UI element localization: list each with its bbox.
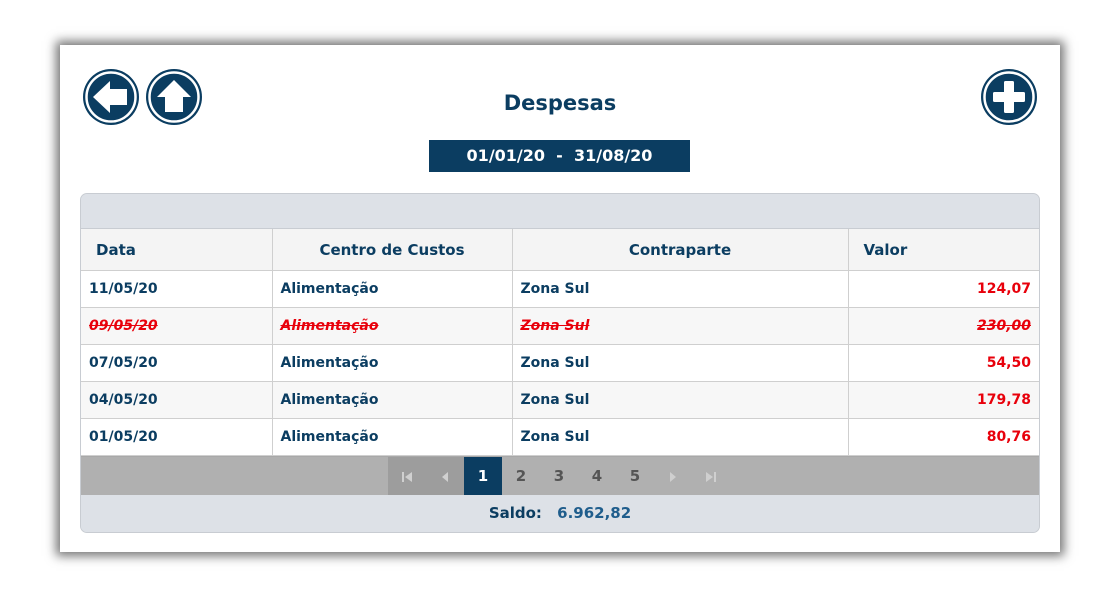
cell-valor: 230,00 — [848, 307, 1039, 345]
last-page-icon — [706, 471, 716, 482]
table-row[interactable]: 04/05/20 Alimentação Zona Sul 179,78 — [81, 381, 1039, 419]
cell-centro: Alimentação — [272, 381, 513, 419]
first-page-button[interactable] — [388, 457, 426, 495]
cell-data: 07/05/20 — [81, 344, 273, 382]
cell-data: 04/05/20 — [81, 381, 273, 419]
cell-data: 09/05/20 — [81, 307, 273, 345]
cell-centro: Alimentação — [272, 344, 513, 382]
cell-valor: 54,50 — [848, 344, 1039, 382]
cell-data: 11/05/20 — [81, 270, 273, 308]
cell-centro: Alimentação — [272, 307, 513, 345]
page-3-button[interactable]: 3 — [540, 457, 578, 495]
expenses-table: Data Centro de Custos Contraparte Valor … — [81, 229, 1039, 456]
column-header-data[interactable]: Data — [81, 229, 273, 271]
plus-icon — [983, 71, 1035, 123]
next-page-icon — [670, 471, 676, 482]
balance-label: Saldo: — [488, 504, 542, 522]
add-button[interactable] — [981, 69, 1037, 125]
balance-footer: Saldo: 6.962,82 — [81, 495, 1039, 532]
cell-valor: 179,78 — [848, 381, 1039, 419]
cell-centro: Alimentação — [272, 270, 513, 308]
page-4-button[interactable]: 4 — [578, 457, 616, 495]
first-page-icon — [402, 471, 412, 482]
cell-contraparte: Zona Sul — [512, 418, 849, 456]
last-page-button[interactable] — [692, 457, 730, 495]
next-page-button[interactable] — [654, 457, 692, 495]
expenses-panel: Despesas 01/01/20 - 31/08/20 Data Centro… — [60, 45, 1060, 552]
cell-contraparte: Zona Sul — [512, 344, 849, 382]
page-2-button[interactable]: 2 — [502, 457, 540, 495]
table-row[interactable]: 11/05/20 Alimentação Zona Sul 124,07 — [81, 270, 1039, 308]
prev-page-button[interactable] — [426, 457, 464, 495]
cell-contraparte: Zona Sul — [512, 270, 849, 308]
grid-toolbar — [81, 194, 1039, 229]
cell-data: 01/05/20 — [81, 418, 273, 456]
column-header-valor[interactable]: Valor — [848, 229, 1039, 271]
cell-valor: 124,07 — [848, 270, 1039, 308]
column-header-contraparte[interactable]: Contraparte — [512, 229, 849, 271]
table-header-row: Data Centro de Custos Contraparte Valor — [81, 229, 1039, 271]
cell-contraparte: Zona Sul — [512, 381, 849, 419]
prev-page-icon — [442, 471, 448, 482]
expenses-grid: Data Centro de Custos Contraparte Valor … — [80, 193, 1040, 533]
cell-contraparte: Zona Sul — [512, 307, 849, 345]
page-title: Despesas — [503, 91, 617, 115]
page-1-button[interactable]: 1 — [464, 457, 502, 495]
column-header-centro-de-custos[interactable]: Centro de Custos — [272, 229, 513, 271]
balance-value: 6.962,82 — [557, 504, 632, 522]
cell-centro: Alimentação — [272, 418, 513, 456]
pager: 1 2 3 4 5 — [81, 456, 1039, 495]
table-row[interactable]: 09/05/20 Alimentação Zona Sul 230,00 — [81, 307, 1039, 345]
page-5-button[interactable]: 5 — [616, 457, 654, 495]
table-row[interactable]: 07/05/20 Alimentação Zona Sul 54,50 — [81, 344, 1039, 382]
table-row[interactable]: 01/05/20 Alimentação Zona Sul 80,76 — [81, 418, 1039, 456]
date-range-selector[interactable]: 01/01/20 - 31/08/20 — [429, 140, 690, 172]
cell-valor: 80,76 — [848, 418, 1039, 456]
